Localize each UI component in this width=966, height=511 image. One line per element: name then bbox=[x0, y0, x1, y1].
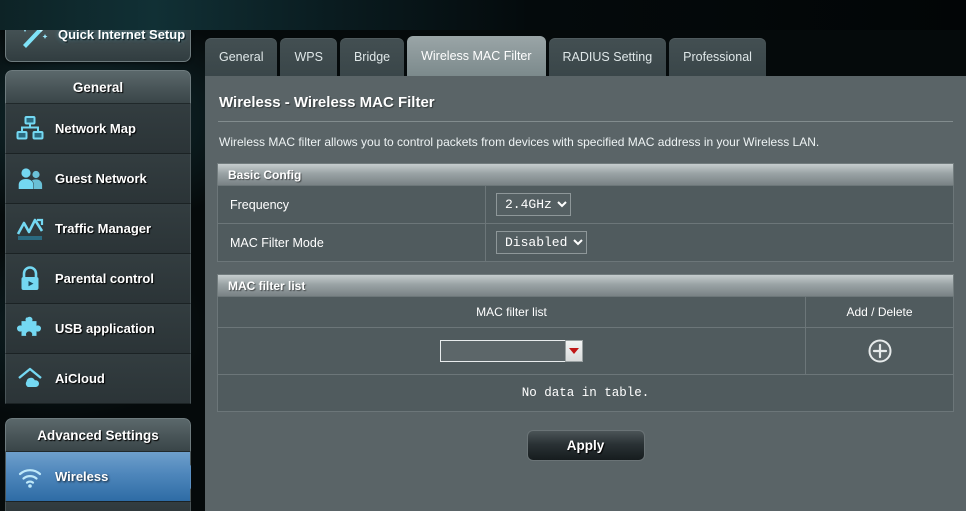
apply-button[interactable]: Apply bbox=[526, 430, 645, 461]
sidebar-item-label: Guest Network bbox=[55, 171, 147, 186]
mac-filter-mode-select[interactable]: Disabled bbox=[496, 231, 587, 254]
no-data-message: No data in table. bbox=[217, 374, 954, 412]
tab-wireless-mac-filter[interactable]: Wireless MAC Filter bbox=[407, 36, 546, 76]
sidebar-item-label: Traffic Manager bbox=[55, 221, 152, 236]
sidebar-item-aicloud[interactable]: AiCloud bbox=[5, 354, 191, 404]
section-header-mac-filter-list: MAC filter list bbox=[217, 274, 954, 296]
frequency-label: Frequency bbox=[217, 185, 486, 224]
sidebar-item-label: USB application bbox=[55, 321, 155, 336]
puzzle-icon bbox=[15, 314, 45, 344]
sidebar-item-traffic-manager[interactable]: Traffic Manager bbox=[5, 204, 191, 254]
table-row bbox=[217, 327, 954, 375]
mac-filter-mode-field-cell: Disabled bbox=[485, 223, 954, 262]
sidebar-item-label: Parental control bbox=[55, 271, 154, 286]
active-item-arrow-icon bbox=[190, 464, 191, 489]
sidebar-item-label: AiCloud bbox=[55, 371, 105, 386]
sidebar-item-next-partial[interactable] bbox=[5, 502, 191, 511]
page-description: Wireless MAC filter allows you to contro… bbox=[219, 135, 820, 149]
table-empty-row: No data in table. bbox=[217, 374, 954, 412]
table-header-row: MAC filter list Add / Delete bbox=[217, 296, 954, 328]
tab-label: Professional bbox=[683, 50, 752, 64]
sidebar: Quick Internet Setup General Network Map bbox=[0, 0, 200, 511]
sidebar-group-advanced-title: Advanced Settings bbox=[5, 418, 191, 452]
page-title: Wireless - Wireless MAC Filter bbox=[219, 94, 435, 111]
sidebar-item-usb-application[interactable]: USB application bbox=[5, 304, 191, 354]
table-row: MAC Filter Mode Disabled bbox=[217, 223, 954, 262]
tab-label: WPS bbox=[294, 50, 323, 64]
network-map-icon bbox=[15, 114, 45, 144]
tab-label: RADIUS Setting bbox=[562, 50, 653, 64]
main-area: General WPS Bridge Wireless MAC Filter R… bbox=[205, 0, 966, 511]
tab-label: Bridge bbox=[353, 50, 391, 64]
sidebar-group-advanced: Advanced Settings Wireless bbox=[5, 418, 191, 511]
mac-address-combo[interactable] bbox=[440, 340, 583, 362]
frequency-select[interactable]: 2.4GHz bbox=[496, 193, 571, 216]
tab-label: General bbox=[219, 50, 264, 64]
column-header-add-delete: Add / Delete bbox=[805, 296, 954, 328]
tab-label: Wireless MAC Filter bbox=[421, 49, 532, 63]
basic-config-table: Frequency 2.4GHz MAC Filter Mode Disable… bbox=[217, 185, 954, 262]
section-header-basic-config: Basic Config bbox=[217, 163, 954, 185]
tab-professional[interactable]: Professional bbox=[669, 38, 766, 76]
tab-radius-setting[interactable]: RADIUS Setting bbox=[548, 38, 667, 76]
sidebar-item-guest-network[interactable]: Guest Network bbox=[5, 154, 191, 204]
sidebar-group-general-title: General bbox=[5, 70, 191, 104]
router-admin-page: Operation Mode: Wireless router Firmware… bbox=[0, 0, 966, 511]
wifi-icon bbox=[15, 462, 45, 492]
mac-address-input-cell bbox=[217, 327, 806, 375]
guest-network-icon bbox=[15, 164, 45, 194]
title-divider bbox=[218, 121, 953, 122]
frequency-field-cell: 2.4GHz bbox=[485, 185, 954, 224]
mac-filter-mode-label: MAC Filter Mode bbox=[217, 223, 486, 262]
column-header-mac-filter-list: MAC filter list bbox=[217, 296, 806, 328]
chevron-down-icon[interactable] bbox=[565, 340, 583, 362]
sidebar-item-wireless[interactable]: Wireless bbox=[5, 452, 191, 502]
sidebar-item-label: Network Map bbox=[55, 121, 136, 136]
tab-bar: General WPS Bridge Wireless MAC Filter R… bbox=[205, 36, 769, 76]
apply-button-row: Apply bbox=[217, 430, 954, 461]
tab-wps[interactable]: WPS bbox=[280, 38, 337, 76]
top-header-bar bbox=[0, 0, 966, 30]
sidebar-group-general: General Network Map Guest Network Traffi… bbox=[5, 70, 191, 404]
mac-filter-list-table: MAC filter list Add / Delete No data in … bbox=[217, 296, 954, 412]
sidebar-item-network-map[interactable]: Network Map bbox=[5, 104, 191, 154]
tab-bridge[interactable]: Bridge bbox=[339, 38, 405, 76]
tab-general[interactable]: General bbox=[205, 38, 278, 76]
mac-address-input[interactable] bbox=[440, 340, 565, 362]
traffic-manager-icon bbox=[15, 214, 45, 244]
sidebar-item-parental-control[interactable]: Parental control bbox=[5, 254, 191, 304]
plus-circle-icon[interactable] bbox=[867, 338, 893, 364]
add-entry-cell bbox=[805, 327, 954, 375]
table-row: Frequency 2.4GHz bbox=[217, 185, 954, 224]
content-panel: Wireless - Wireless MAC Filter Wireless … bbox=[205, 76, 966, 511]
lock-icon bbox=[15, 264, 45, 294]
sidebar-item-label: Wireless bbox=[55, 469, 109, 484]
cloud-icon bbox=[15, 364, 45, 394]
